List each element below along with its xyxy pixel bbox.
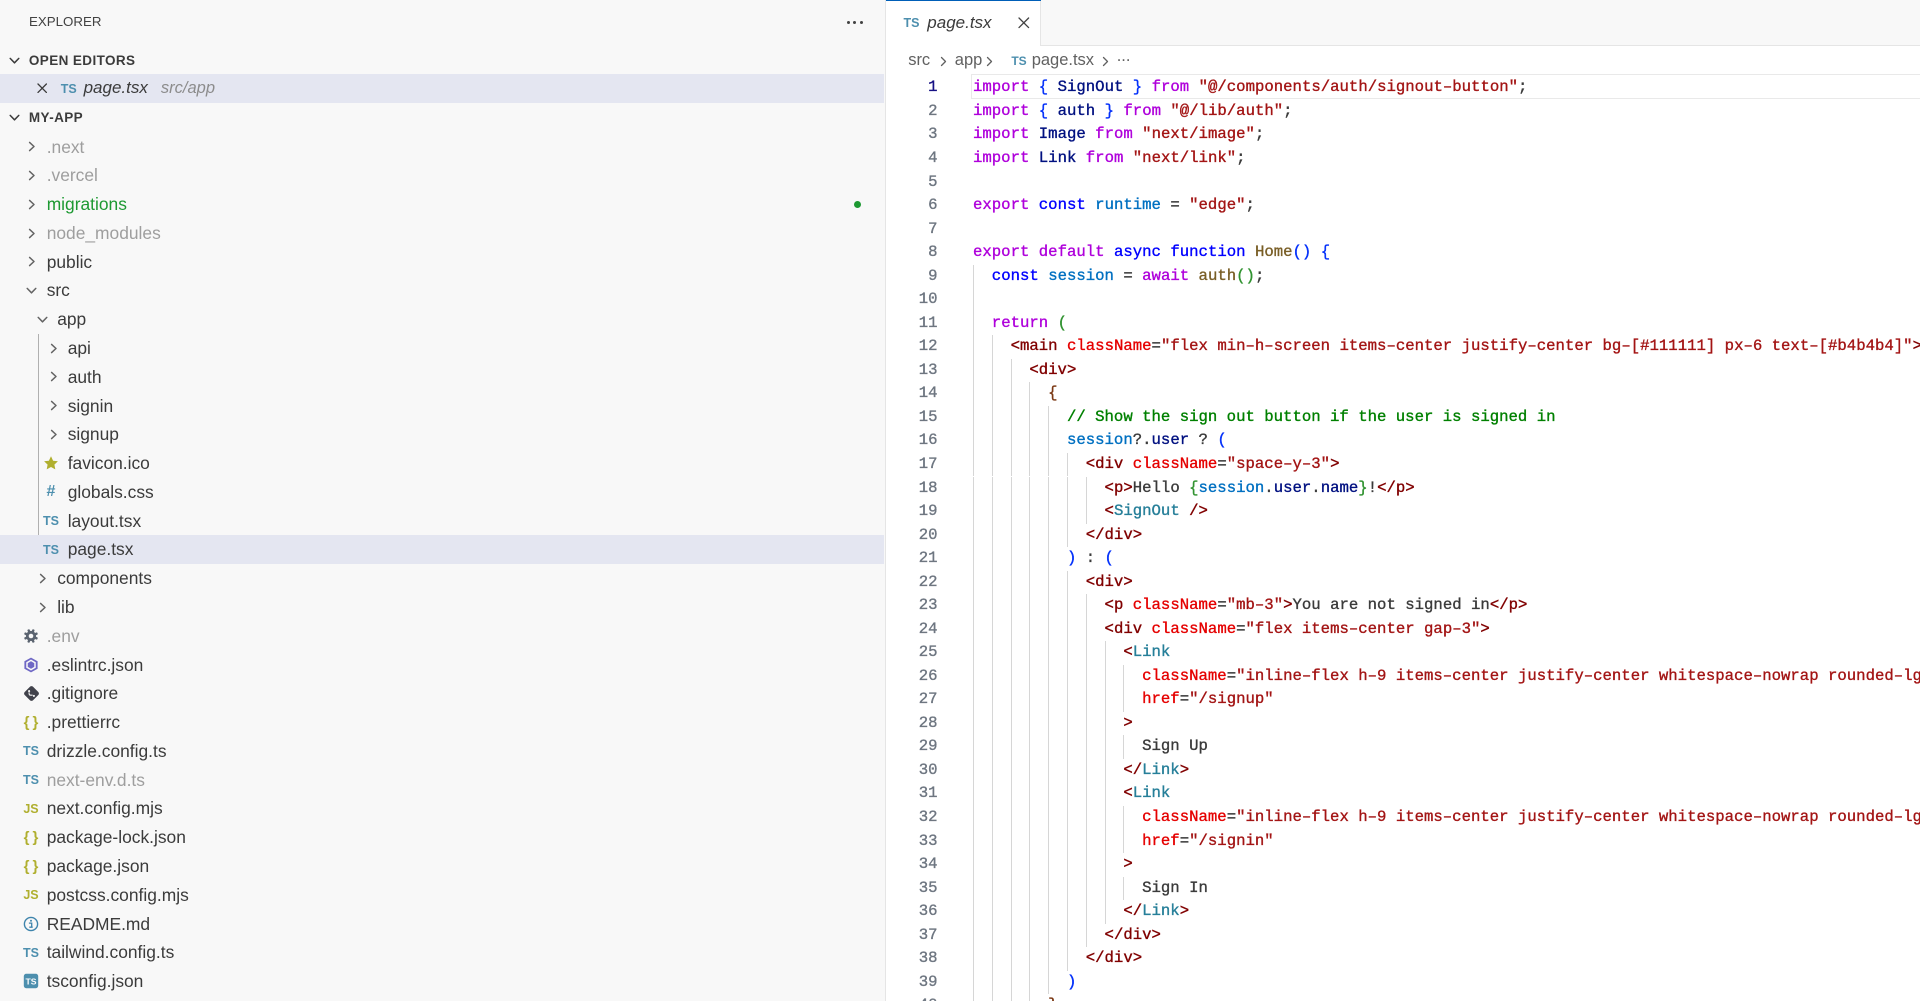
svg-text:TS: TS	[26, 977, 37, 987]
